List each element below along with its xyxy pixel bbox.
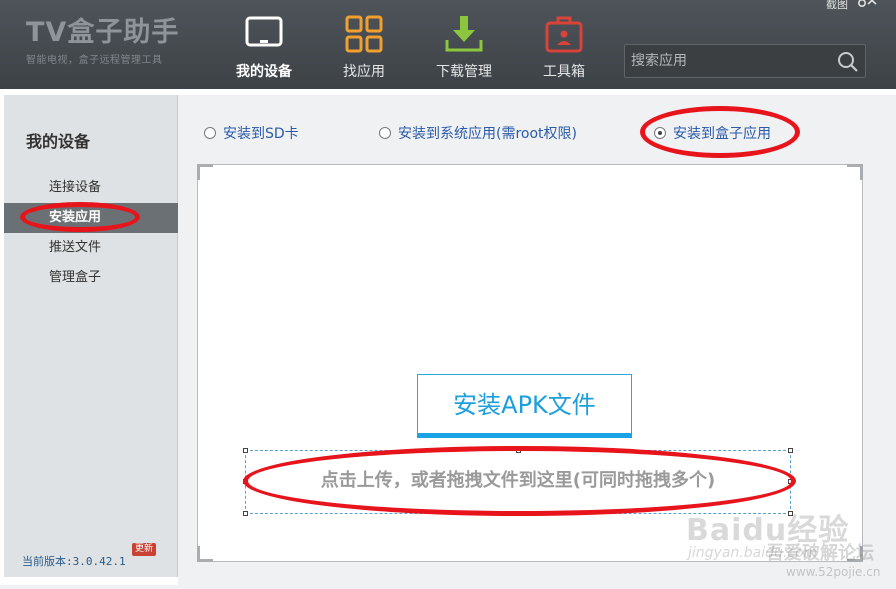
screenshot-link[interactable]: 截图 <box>826 0 848 10</box>
version-label: 当前版本:3.0.42.1 <box>22 555 126 568</box>
resize-handle <box>243 448 248 453</box>
nav-toolbox[interactable]: 工具箱 <box>514 0 614 89</box>
download-icon <box>445 16 483 52</box>
search-box <box>624 44 866 78</box>
radio-button-checked[interactable] <box>654 127 666 139</box>
app-title: TV盒子助手 <box>26 17 180 48</box>
toolbox-icon <box>545 16 583 53</box>
sidebar-item-manage-box[interactable]: 管理盒子 <box>4 263 178 293</box>
nav-my-device[interactable]: 我的设备 <box>214 0 314 89</box>
install-apk-button[interactable]: 安装APK文件 <box>417 374 632 438</box>
close-icon[interactable] <box>852 0 892 9</box>
search-icon[interactable] <box>837 51 859 73</box>
nav-download-label: 下载管理 <box>436 64 492 80</box>
radio-button[interactable] <box>204 127 216 139</box>
radio-install-box[interactable]: 安装到盒子应用 <box>654 122 771 144</box>
nav-my-device-label: 我的设备 <box>236 64 292 80</box>
app-subtitle: 智能电视，盒子远程管理工具 <box>26 55 163 66</box>
sidebar-item-push-file[interactable]: 推送文件 <box>4 233 178 263</box>
nav-toolbox-label: 工具箱 <box>543 64 585 80</box>
radio-install-system[interactable]: 安装到系统应用(需root权限) <box>379 122 577 144</box>
grid-icon <box>345 15 383 53</box>
sidebar: 我的设备 连接设备 安装应用 推送文件 管理盒子 当前版本:3.0.42.1 更… <box>4 95 178 577</box>
resize-handle <box>243 511 248 516</box>
brand: TV盒子助手 智能电视，盒子远程管理工具 <box>26 10 179 66</box>
resize-handle <box>788 511 793 516</box>
app-header: TV盒子助手 智能电视，盒子远程管理工具 我的设备 找应用 下载管理 工具箱 截… <box>0 0 896 89</box>
radio-label: 安装到系统应用(需root权限) <box>398 126 577 142</box>
corner-mark <box>847 164 863 180</box>
nav-find-apps[interactable]: 找应用 <box>314 0 414 89</box>
sidebar-item-install-app[interactable]: 安装应用 <box>4 203 178 233</box>
radio-label: 安装到SD卡 <box>223 126 299 142</box>
corner-mark <box>847 546 863 562</box>
resize-handle <box>516 448 521 453</box>
radio-button[interactable] <box>379 127 391 139</box>
resize-handle <box>516 511 521 516</box>
sidebar-item-connect-device[interactable]: 连接设备 <box>4 173 178 203</box>
radio-install-sd[interactable]: 安装到SD卡 <box>204 122 299 144</box>
nav-download-manager[interactable]: 下载管理 <box>414 0 514 89</box>
sidebar-title: 我的设备 <box>26 132 91 151</box>
corner-mark <box>197 164 213 180</box>
update-badge[interactable]: 更新 <box>132 543 157 556</box>
upload-hint[interactable]: 点击上传，或者拖拽文件到这里(可同时拖拽多个) <box>245 466 791 492</box>
corner-mark <box>197 546 213 562</box>
nav-find-apps-label: 找应用 <box>343 64 385 80</box>
radio-label: 安装到盒子应用 <box>673 126 771 142</box>
resize-handle <box>788 448 793 453</box>
bottom-strip <box>0 585 896 589</box>
search-input[interactable] <box>625 45 825 77</box>
tv-icon <box>245 16 283 47</box>
